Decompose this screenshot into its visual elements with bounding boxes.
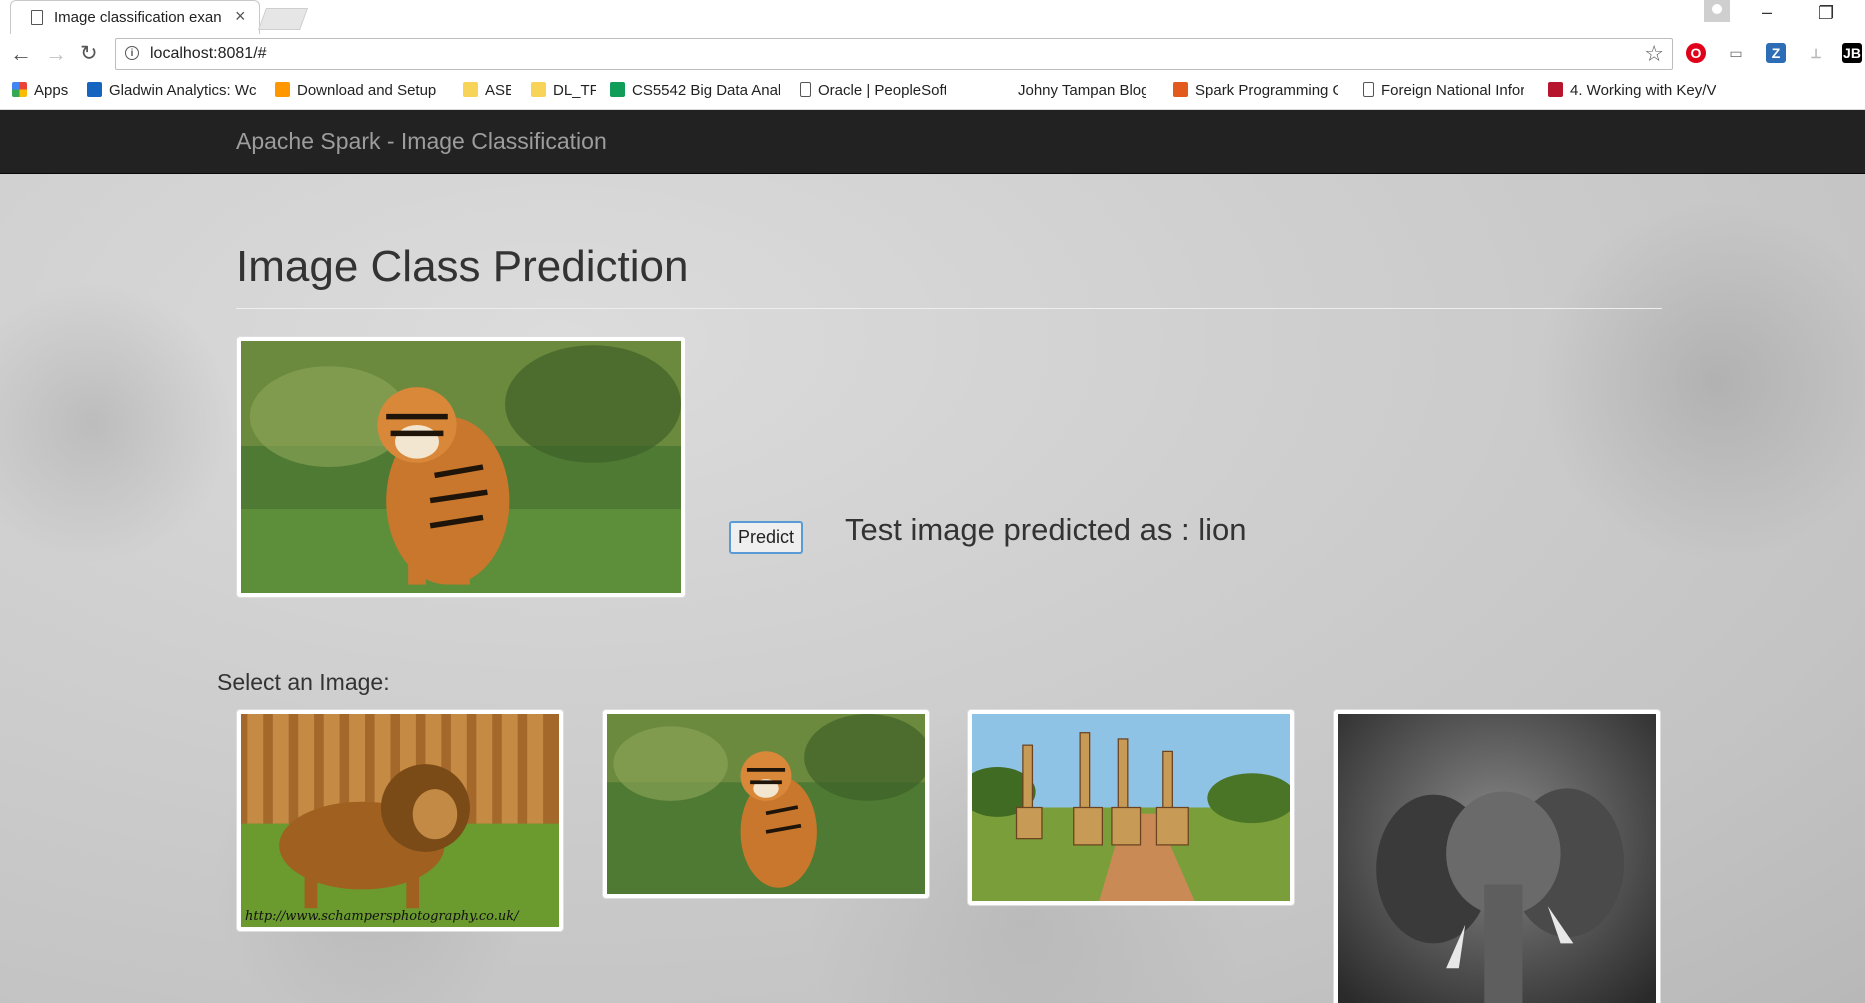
address-bar[interactable]: i localhost:8081/# ☆: [115, 38, 1673, 70]
cast-icon[interactable]: ▭: [1726, 43, 1746, 63]
bookmark-label: Oracle | PeopleSoft En: [818, 82, 946, 99]
gladwin-g-icon: [87, 82, 102, 97]
minimize-button[interactable]: –: [1762, 2, 1772, 32]
giraffes-thumbnail: [972, 714, 1290, 901]
bookmark-label: Download and Setup: [297, 82, 437, 99]
new-tab-button[interactable]: [257, 8, 309, 30]
lion-image: [241, 714, 559, 927]
tensorflow-icon: [275, 82, 290, 97]
page-title: Image Class Prediction: [236, 242, 689, 291]
bookmark-item[interactable]: CS5542 Big Data Anal: [610, 82, 780, 99]
heading-divider: [236, 308, 1662, 309]
bookmark-label: CS5542 Big Data Anal: [632, 82, 780, 99]
page-icon: [1363, 82, 1374, 97]
tab-close-icon[interactable]: ×: [235, 6, 246, 27]
bookmark-item[interactable]: Johny Tampan Blogge: [1003, 82, 1146, 99]
bookmark-label: 4. Working with Key/V: [1570, 82, 1717, 99]
select-image-label: Select an Image:: [217, 669, 390, 695]
bookmark-label: Apps: [34, 82, 69, 99]
bookmark-item[interactable]: Spark Programming G: [1173, 82, 1338, 99]
folder-icon: [463, 82, 478, 97]
jetbrains-icon[interactable]: JB: [1842, 43, 1862, 63]
bookmark-item[interactable]: Download and Setup: [275, 82, 436, 99]
profile-avatar-icon[interactable]: [1704, 0, 1730, 22]
reload-icon[interactable]: ↻: [80, 41, 98, 66]
bookmark-item[interactable]: Oracle | PeopleSoft En: [800, 82, 946, 99]
navbar-brand[interactable]: Apache Spark - Image Classification: [236, 128, 607, 155]
bookmark-item[interactable]: ASE: [463, 82, 511, 99]
elephant-thumbnail: [1338, 714, 1656, 1003]
bookmarks-bar: Apps Gladwin Analytics: Wc Download and Se…: [0, 74, 1865, 110]
gallery-giraffes-image[interactable]: [967, 709, 1295, 906]
bookmark-item[interactable]: Gladwin Analytics: Wc: [87, 82, 257, 99]
back-arrow-icon[interactable]: ←: [10, 41, 32, 67]
site-info-icon[interactable]: i: [125, 46, 139, 60]
page-content: Image Class Prediction Predict Test imag…: [0, 174, 1865, 1003]
sheets-icon: [610, 82, 625, 97]
bookmark-star-icon[interactable]: ☆: [1644, 41, 1664, 67]
opera-icon[interactable]: O: [1686, 43, 1706, 63]
oreilly-icon: [1548, 82, 1563, 97]
bookmark-label: Gladwin Analytics: Wc: [109, 82, 257, 99]
restore-button[interactable]: ❐: [1818, 3, 1834, 33]
bookmark-label: Foreign National Infor: [1381, 82, 1524, 99]
zotero-icon[interactable]: Z: [1766, 43, 1786, 63]
bookmark-label: Spark Programming G: [1195, 82, 1338, 99]
browser-tab[interactable]: Image classification exan ×: [10, 0, 260, 34]
gallery-lion-image[interactable]: http://www.schampersphotography.co.uk/: [236, 709, 564, 932]
bookmark-item[interactable]: Foreign National Infor: [1363, 82, 1524, 99]
predict-button[interactable]: Predict: [729, 521, 803, 554]
bookmark-item[interactable]: Apps: [12, 82, 68, 99]
gallery-tiger-image[interactable]: [602, 709, 930, 899]
bookmark-item[interactable]: 4. Working with Key/V: [1548, 82, 1716, 99]
bookmark-label: Johny Tampan Blogge: [1018, 82, 1146, 99]
bookmark-label: DL_TF: [553, 82, 596, 99]
tab-title: Image classification exan: [54, 9, 222, 26]
tiger-thumbnail: [607, 714, 925, 894]
pdf-icon[interactable]: ⟂: [1806, 43, 1826, 63]
forward-arrow-icon[interactable]: →: [45, 41, 67, 67]
folder-icon: [531, 82, 546, 97]
selected-image: [236, 336, 686, 598]
browser-toolbar: ← → ↻ i localhost:8081/# ☆ O ▭ Z ⟂ JB: [0, 34, 1865, 74]
address-text[interactable]: localhost:8081/#: [150, 45, 267, 63]
app-navbar: Apache Spark - Image Classification: [0, 110, 1865, 174]
bookmark-item[interactable]: DL_TF: [531, 82, 596, 99]
browser-titlebar: Image classification exan × – ❐: [0, 0, 1865, 34]
tiger-image: [241, 341, 681, 593]
prediction-result: Test image predicted as : lion: [845, 512, 1247, 547]
gallery-elephant-image[interactable]: [1333, 709, 1661, 1003]
image-watermark: http://www.schampersphotography.co.uk/: [245, 909, 519, 924]
apps-grid-icon: [12, 82, 27, 97]
blank-icon: [1003, 82, 1011, 97]
page-icon: [31, 10, 43, 25]
spark-star-icon: [1173, 82, 1188, 97]
page-icon: [800, 82, 811, 97]
bookmark-label: ASE: [485, 82, 511, 99]
